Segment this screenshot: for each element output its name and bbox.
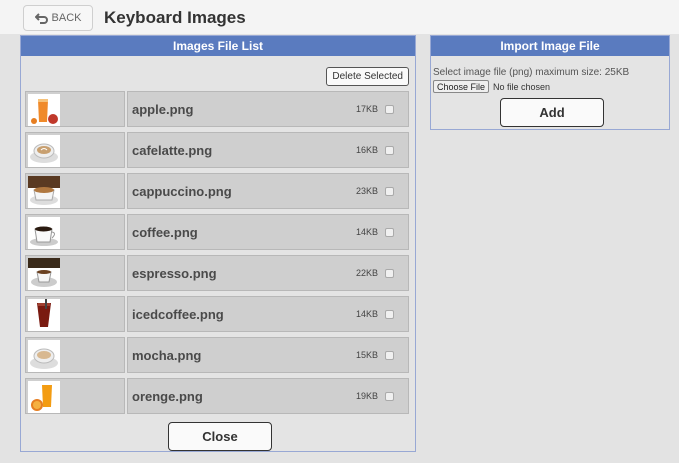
cappuccino-cup-icon [28,176,60,208]
file-name: apple.png [132,102,194,117]
file-name: mocha.png [132,348,202,363]
file-row: icedcoffee.png 14KB [25,296,409,332]
file-select-checkbox[interactable] [385,187,394,196]
add-button[interactable]: Add [500,98,604,127]
iced-coffee-glass-icon [28,299,60,331]
thumbnail-cell [25,337,125,373]
file-size: 16KB [355,145,378,155]
file-info-cell: cappuccino.png 23KB [127,173,409,209]
undo-arrow-icon [34,12,49,24]
file-row: espresso.png 22KB [25,255,409,291]
images-file-list-header: Images File List [21,36,415,56]
no-file-chosen-text: No file chosen [493,81,551,92]
file-name: cafelatte.png [132,143,213,158]
file-input: Choose File No file chosen [433,80,550,93]
thumbnail-cell [25,214,125,250]
images-file-list-panel: Images File List Delete Selected apple.p… [20,35,416,452]
file-row: mocha.png 15KB [25,337,409,373]
thumbnail-cell [25,255,125,291]
file-name: coffee.png [132,225,198,240]
file-name: orenge.png [132,389,203,404]
back-label: BACK [51,12,82,24]
file-info-cell: cafelatte.png 16KB [127,132,409,168]
back-button[interactable]: BACK [23,5,93,31]
latte-cup-icon [28,135,60,167]
file-name: cappuccino.png [132,184,232,199]
file-select-checkbox[interactable] [385,310,394,319]
file-name: icedcoffee.png [132,307,224,322]
orange-juice-glass-icon [28,94,60,126]
choose-file-button[interactable]: Choose File [433,80,490,93]
file-select-checkbox[interactable] [385,392,394,401]
coffee-cup-icon [28,217,60,249]
file-info-cell: mocha.png 15KB [127,337,409,373]
import-image-file-header: Import Image File [431,36,669,56]
mocha-cup-icon [28,340,60,372]
file-size: 22KB [355,268,378,278]
thumbnail-cell [25,173,125,209]
delete-selected-button[interactable]: Delete Selected [326,67,409,86]
file-info-cell: orenge.png 19KB [127,378,409,414]
file-row: apple.png 17KB [25,91,409,127]
file-select-checkbox[interactable] [385,146,394,155]
file-size: 14KB [355,309,378,319]
close-button[interactable]: Close [168,422,272,451]
import-image-file-panel: Import Image File Select image file (png… [430,35,670,130]
file-size: 23KB [355,186,378,196]
top-bar: BACK Keyboard Images [0,0,679,34]
import-instruction: Select image file (png) maximum size: 25… [433,67,630,78]
file-info-cell: icedcoffee.png 14KB [127,296,409,332]
file-size: 14KB [355,227,378,237]
file-name: espresso.png [132,266,217,281]
file-select-checkbox[interactable] [385,269,394,278]
file-select-checkbox[interactable] [385,351,394,360]
thumbnail-cell [25,296,125,332]
page-title: Keyboard Images [104,8,246,27]
file-list: apple.png 17KB cafelatte.png 16KB cappuccino… [25,91,409,419]
thumbnail-cell [25,91,125,127]
file-row: coffee.png 14KB [25,214,409,250]
file-info-cell: coffee.png 14KB [127,214,409,250]
file-row: orenge.png 19KB [25,378,409,414]
file-size: 17KB [355,104,378,114]
file-info-cell: espresso.png 22KB [127,255,409,291]
file-row: cappuccino.png 23KB [25,173,409,209]
file-select-checkbox[interactable] [385,228,394,237]
file-size: 15KB [355,350,378,360]
file-info-cell: apple.png 17KB [127,91,409,127]
file-select-checkbox[interactable] [385,105,394,114]
file-row: cafelatte.png 16KB [25,132,409,168]
thumbnail-cell [25,378,125,414]
espresso-cup-icon [28,258,60,290]
file-size: 19KB [355,391,378,401]
thumbnail-cell [25,132,125,168]
orange-juice-icon [28,381,60,413]
